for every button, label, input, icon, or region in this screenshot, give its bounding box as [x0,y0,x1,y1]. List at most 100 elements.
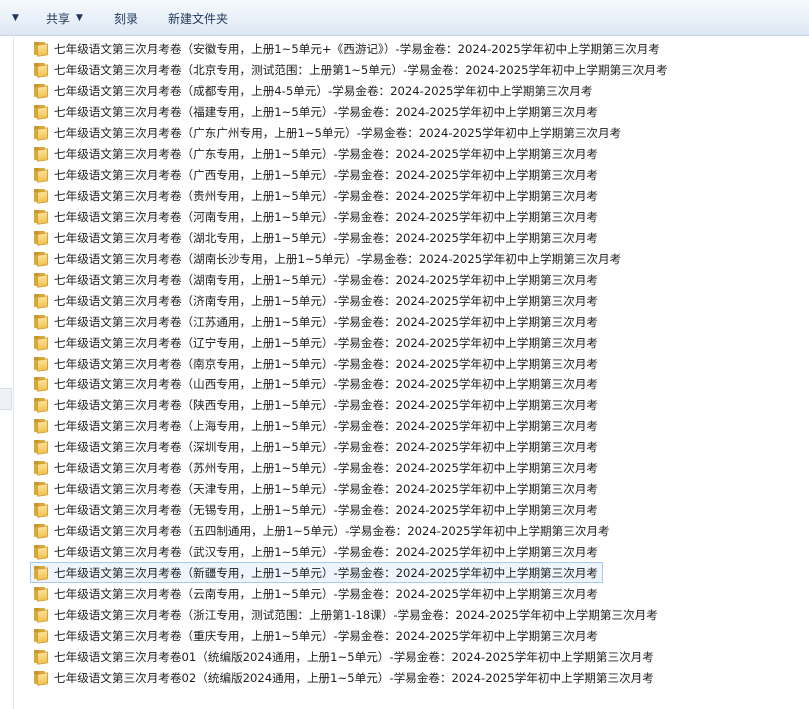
folder-name: 七年级语文第三次月考卷（上海专用，上册1~5单元）-学易金卷：2024-2025… [54,419,599,434]
folder-name: 七年级语文第三次月考卷（福建专用，上册1~5单元）-学易金卷：2024-2025… [54,105,599,120]
folder-name: 七年级语文第三次月考卷01（统编版2024通用，上册1~5单元）-学易金卷：20… [54,649,654,664]
folder-icon [33,482,49,497]
folder-item[interactable]: 七年级语文第三次月考卷（重庆专用，上册1~5单元）-学易金卷：2024-2025… [30,625,603,646]
navigation-pane[interactable] [0,37,14,709]
folder-item[interactable]: 七年级语文第三次月考卷（无锡专用，上册1~5单元）-学易金卷：2024-2025… [30,500,603,521]
folder-icon [33,63,49,79]
folder-icon [33,314,49,330]
folder-name: 七年级语文第三次月考卷（贵州专用，上册1~5单元）-学易金卷：2024-2025… [54,189,599,204]
folder-item[interactable]: 七年级语文第三次月考卷01（统编版2024通用，上册1~5单元）-学易金卷：20… [30,646,659,667]
folder-item[interactable]: 七年级语文第三次月考卷（安徽专用，上册1~5单元+《西游记》）-学易金卷：202… [30,39,665,60]
folder-icon [33,670,49,686]
folder-item[interactable]: 七年级语文第三次月考卷（武汉专用，上册1~5单元）-学易金卷：2024-2025… [30,542,603,563]
folder-icon [33,377,49,393]
new-folder-button[interactable]: 新建文件夹 [162,6,234,30]
folder-item[interactable]: 七年级语文第三次月考卷（湖北专用，上册1~5单元）-学易金卷：2024-2025… [30,227,603,248]
folder-icon [33,356,49,372]
folder-item[interactable]: 七年级语文第三次月考卷（湖南长沙专用，上册1~5单元）-学易金卷：2024-20… [30,248,626,269]
folder-name: 七年级语文第三次月考卷（深圳专用，上册1~5单元）-学易金卷：2024-2025… [54,440,599,455]
folder-item[interactable]: 七年级语文第三次月考卷（天津专用，上册1~5单元）-学易金卷：2024-2025… [30,479,603,500]
folder-name: 七年级语文第三次月考卷（河南专用，上册1~5单元）-学易金卷：2024-2025… [54,209,599,224]
folder-icon [33,607,49,623]
new-folder-label: 新建文件夹 [168,11,229,26]
folder-name: 七年级语文第三次月考卷（武汉专用，上册1~5单元）-学易金卷：2024-2025… [54,544,599,559]
folder-icon [33,628,49,644]
folder-icon [33,440,49,456]
file-list: 七年级语文第三次月考卷（安徽专用，上册1~5单元+《西游记》）-学易金卷：202… [30,39,800,688]
folder-item[interactable]: 七年级语文第三次月考卷（湖南专用，上册1~5单元）-学易金卷：2024-2025… [30,269,603,290]
command-bar: ▼ 共享 ▼ 刻录 新建文件夹 [0,0,809,36]
folder-name: 七年级语文第三次月考卷（济南专用，上册1~5单元）-学易金卷：2024-2025… [54,293,599,308]
folder-item[interactable]: 七年级语文第三次月考卷（苏州专用，上册1~5单元）-学易金卷：2024-2025… [30,458,603,479]
folder-icon [33,649,49,665]
chevron-down-icon: ▼ [76,13,83,23]
folder-name: 七年级语文第三次月考卷（湖南长沙专用，上册1~5单元）-学易金卷：2024-20… [54,251,622,266]
folder-icon [33,565,49,581]
folder-item[interactable]: 七年级语文第三次月考卷（福建专用，上册1~5单元）-学易金卷：2024-2025… [30,102,603,123]
folder-item[interactable]: 七年级语文第三次月考卷（辽宁专用，上册1~5单元）-学易金卷：2024-2025… [30,332,603,353]
folder-item[interactable]: 七年级语文第三次月考卷（深圳专用，上册1~5单元）-学易金卷：2024-2025… [30,437,603,458]
folder-name: 七年级语文第三次月考卷（湖北专用，上册1~5单元）-学易金卷：2024-2025… [54,230,599,245]
folder-item[interactable]: 七年级语文第三次月考卷（广东广州专用，上册1~5单元）-学易金卷：2024-20… [30,123,626,144]
folder-item[interactable]: 七年级语文第三次月考卷（浙江专用，测试范围：上册第1-18课）-学易金卷：202… [30,604,663,625]
folder-icon [33,209,49,225]
folder-name: 七年级语文第三次月考卷（江苏通用，上册1~5单元）-学易金卷：2024-2025… [54,314,599,329]
folder-icon [33,524,49,539]
folder-icon [33,168,49,183]
folder-icon [33,272,49,288]
folder-item[interactable]: 七年级语文第三次月考卷（成都专用，上册4-5单元）-学易金卷：2024-2025… [30,81,597,102]
folder-name: 七年级语文第三次月考卷（无锡专用，上册1~5单元）-学易金卷：2024-2025… [54,503,599,518]
folder-name: 七年级语文第三次月考卷02（统编版2024通用，上册1~5单元）-学易金卷：20… [54,670,654,685]
folder-item[interactable]: 七年级语文第三次月考卷（河南专用，上册1~5单元）-学易金卷：2024-2025… [30,207,603,228]
folder-icon [33,419,49,435]
folder-name: 七年级语文第三次月考卷（北京专用，测试范围：上册第1~5单元）-学易金卷：202… [54,63,668,78]
folder-item[interactable]: 七年级语文第三次月考卷02（统编版2024通用，上册1~5单元）-学易金卷：20… [30,667,659,688]
folder-icon [33,105,49,121]
folder-icon [33,398,49,414]
folder-icon [33,230,49,246]
folder-icon [33,251,49,267]
folder-icon [33,293,49,309]
share-label: 共享 [46,11,71,26]
burn-button[interactable]: 刻录 [108,6,144,30]
folder-name: 七年级语文第三次月考卷（湖南专用，上册1~5单元）-学易金卷：2024-2025… [54,272,599,287]
folder-item[interactable]: 七年级语文第三次月考卷（上海专用，上册1~5单元）-学易金卷：2024-2025… [30,416,603,437]
folder-name: 七年级语文第三次月考卷（广东广州专用，上册1~5单元）-学易金卷：2024-20… [54,126,622,141]
folder-item[interactable]: 七年级语文第三次月考卷（南京专用，上册1~5单元）-学易金卷：2024-2025… [30,353,603,374]
burn-label: 刻录 [114,11,139,26]
folder-item[interactable]: 七年级语文第三次月考卷（广东专用，上册1~5单元）-学易金卷：2024-2025… [30,144,603,165]
folder-item[interactable]: 七年级语文第三次月考卷（北京专用，测试范围：上册第1~5单元）-学易金卷：202… [30,60,673,81]
share-button[interactable]: 共享 ▼ [40,6,89,30]
folder-item[interactable]: 七年级语文第三次月考卷（山西专用，上册1~5单元）-学易金卷：2024-2025… [30,374,603,395]
folder-name: 七年级语文第三次月考卷（安徽专用，上册1~5单元+《西游记》）-学易金卷：202… [54,42,660,57]
folder-name: 七年级语文第三次月考卷（新疆专用，上册1~5单元）-学易金卷：2024-2025… [54,565,599,580]
folder-icon [33,147,49,162]
chevron-down-icon: ▼ [12,13,19,23]
folder-item[interactable]: 七年级语文第三次月考卷（贵州专用，上册1~5单元）-学易金卷：2024-2025… [30,186,603,207]
folder-item[interactable]: 七年级语文第三次月考卷（云南专用，上册1~5单元）-学易金卷：2024-2025… [30,583,603,604]
folder-name: 七年级语文第三次月考卷（山西专用，上册1~5单元）-学易金卷：2024-2025… [54,377,599,392]
folder-icon [33,42,49,58]
folder-item[interactable]: 七年级语文第三次月考卷（广西专用，上册1~5单元）-学易金卷：2024-2025… [30,165,603,186]
folder-icon [33,544,49,560]
folder-name: 七年级语文第三次月考卷（苏州专用，上册1~5单元）-学易金卷：2024-2025… [54,461,599,476]
folder-name: 七年级语文第三次月考卷（辽宁专用，上册1~5单元）-学易金卷：2024-2025… [54,335,599,350]
folder-name: 七年级语文第三次月考卷（云南专用，上册1~5单元）-学易金卷：2024-2025… [54,586,599,601]
folder-name: 七年级语文第三次月考卷（重庆专用，上册1~5单元）-学易金卷：2024-2025… [54,628,599,643]
organize-dropdown-arrow[interactable]: ▼ [0,6,19,30]
folder-name: 七年级语文第三次月考卷（五四制通用，上册1~5单元）-学易金卷：2024-202… [54,524,610,539]
folder-icon [33,586,49,602]
folder-name: 七年级语文第三次月考卷（广西专用，上册1~5单元）-学易金卷：2024-2025… [54,168,599,183]
folder-item[interactable]: 七年级语文第三次月考卷（五四制通用，上册1~5单元）-学易金卷：2024-202… [30,521,615,542]
folder-name: 七年级语文第三次月考卷（南京专用，上册1~5单元）-学易金卷：2024-2025… [54,356,599,371]
folder-name: 七年级语文第三次月考卷（浙江专用，测试范围：上册第1-18课）-学易金卷：202… [54,607,658,622]
folder-icon [33,461,49,476]
folder-item[interactable]: 七年级语文第三次月考卷（陕西专用，上册1~5单元）-学易金卷：2024-2025… [30,395,603,416]
navigation-pane-scrollbar[interactable] [0,388,12,410]
folder-name: 七年级语文第三次月考卷（天津专用，上册1~5单元）-学易金卷：2024-2025… [54,482,599,497]
folder-name: 七年级语文第三次月考卷（广东专用，上册1~5单元）-学易金卷：2024-2025… [54,147,599,162]
folder-item[interactable]: 七年级语文第三次月考卷（新疆专用，上册1~5单元）-学易金卷：2024-2025… [30,562,604,584]
folder-item[interactable]: 七年级语文第三次月考卷（江苏通用，上册1~5单元）-学易金卷：2024-2025… [30,311,603,332]
folder-item[interactable]: 七年级语文第三次月考卷（济南专用，上册1~5单元）-学易金卷：2024-2025… [30,290,603,311]
folder-icon [33,335,49,351]
